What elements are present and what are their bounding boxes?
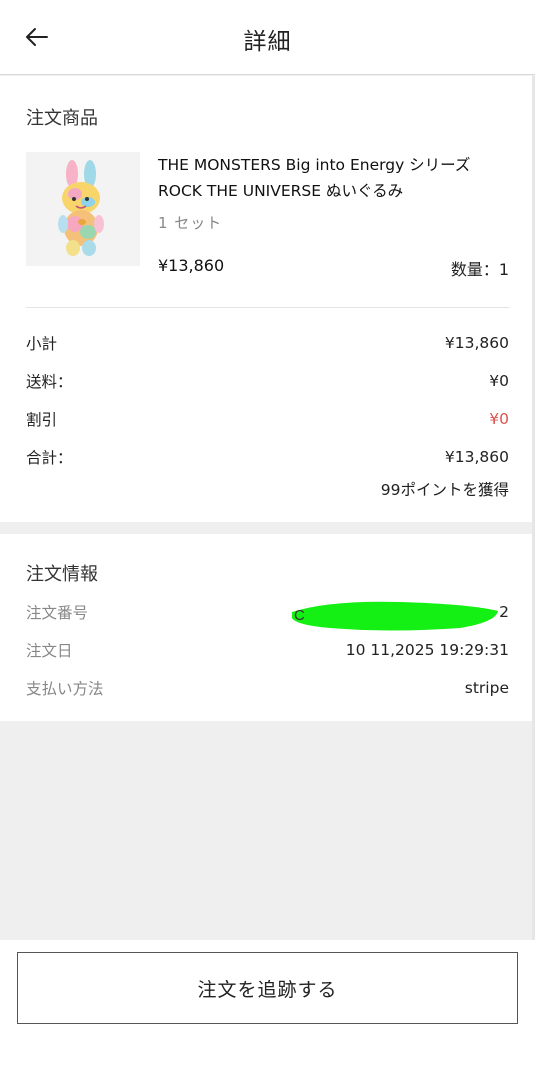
payment-method-row: 支払い方法 stripe (26, 676, 509, 700)
subtotal-label: 小計 (26, 335, 58, 353)
order-info-section: 注文情報 注文番号 2 C 注文日 10 11,2025 19:29:31 支払… (0, 534, 535, 721)
order-date-value: 10 11,2025 19:29:31 (345, 641, 509, 659)
order-number-label: 注文番号 (26, 604, 89, 622)
plush-figure-image (58, 160, 104, 256)
total-row: 合計： ¥13,860 (26, 445, 509, 469)
section-title-ordered-items: 注文商品 (26, 108, 98, 129)
product-quantity: 数量：1 (450, 260, 509, 279)
product-image[interactable] (26, 152, 140, 266)
subtotal-row: 小計 ¥13,860 (26, 331, 509, 355)
subtotal-value: ¥13,860 (444, 334, 509, 352)
order-number-value-start: C (294, 607, 305, 624)
order-number-value-end: 2 (499, 603, 509, 621)
points-earned: 99ポイントを獲得 (380, 481, 509, 499)
section-title-order-info: 注文情報 (26, 564, 98, 585)
ordered-items-section: 注文商品 THE MONSTERS Big into Energy シリーズ R… (0, 76, 535, 522)
discount-row: 割引 ¥0 (26, 407, 509, 431)
shipping-label: 送料： (26, 373, 73, 391)
total-value: ¥13,860 (444, 448, 509, 466)
discount-value: ¥0 (489, 410, 509, 428)
payment-method-label: 支払い方法 (26, 680, 104, 698)
discount-label: 割引 (26, 411, 58, 429)
shipping-value: ¥0 (489, 372, 509, 390)
product-variant: 1 セット (158, 214, 223, 232)
product-name[interactable]: THE MONSTERS Big into Energy シリーズ ROCK T… (158, 152, 518, 204)
redaction-mark: C (290, 598, 500, 632)
bottom-action-bar: 注文を追跡する (0, 940, 535, 1080)
divider (26, 307, 509, 308)
track-order-button[interactable]: 注文を追跡する (17, 952, 518, 1024)
payment-method-value: stripe (464, 679, 509, 697)
total-label: 合計： (26, 449, 73, 467)
shipping-row: 送料： ¥0 (26, 369, 509, 393)
page-title: 詳細 (243, 29, 292, 55)
order-date-label: 注文日 (26, 642, 73, 660)
top-bar: 詳細 (0, 0, 535, 75)
product-price: ¥13,860 (158, 256, 225, 275)
order-date-row: 注文日 10 11,2025 19:29:31 (26, 638, 509, 662)
